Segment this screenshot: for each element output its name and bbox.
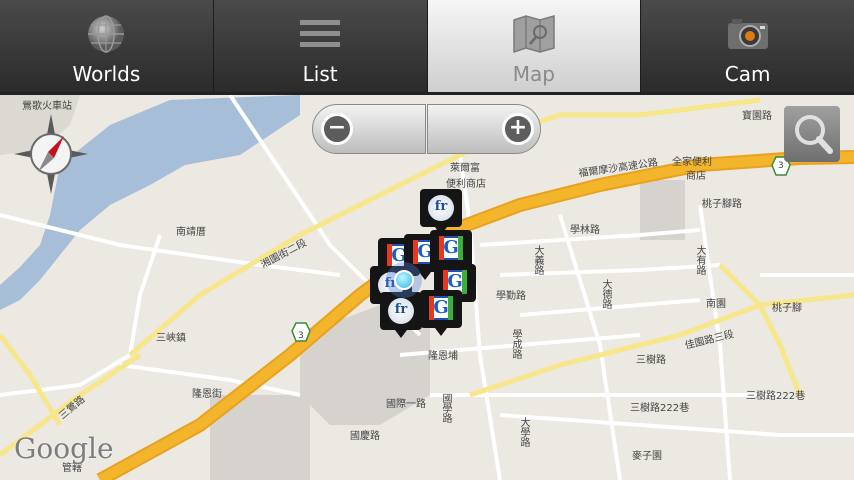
map-label: 三樹路 xyxy=(636,355,666,366)
globe-icon xyxy=(88,15,125,53)
poi-marker-flickr[interactable]: fr xyxy=(420,189,462,235)
google-icon: G xyxy=(429,296,453,320)
search-button[interactable] xyxy=(784,106,840,162)
map-label: 鶯歌火車站 xyxy=(22,101,72,112)
map-label: 隆恩街 xyxy=(192,389,222,400)
map-label: 國學路 xyxy=(440,393,451,423)
map-icon xyxy=(513,15,555,54)
tab-list[interactable]: List xyxy=(214,0,428,92)
map-label: 大有路 xyxy=(694,245,705,275)
google-icon: G xyxy=(439,236,463,260)
zoom-controls: − + xyxy=(312,104,542,154)
map-label: 大學路 xyxy=(518,417,529,447)
map-label: 麥子園 xyxy=(632,451,662,462)
zoom-in-button[interactable]: + xyxy=(427,104,541,154)
flickr-icon: fr xyxy=(388,298,414,324)
google-logo: Google xyxy=(14,432,114,465)
zoom-in-icon: + xyxy=(502,113,534,145)
map-label: 學成路 xyxy=(510,329,521,359)
tab-cam-label: Cam xyxy=(724,62,771,86)
map-label: 國際一路 xyxy=(386,399,426,410)
route-number: 3 xyxy=(298,331,304,341)
poi-marker-google[interactable]: G xyxy=(430,230,472,276)
tab-cam[interactable]: Cam xyxy=(641,0,854,92)
map-label: 南園 xyxy=(706,299,726,310)
map-label: 商店 xyxy=(686,171,706,182)
compass-button[interactable] xyxy=(14,114,88,194)
poi-marker-google[interactable]: G xyxy=(420,290,462,336)
zoom-out-icon: − xyxy=(321,113,353,145)
map-label: 三峽鎮 xyxy=(156,333,186,344)
map-label: 桃子腳 xyxy=(772,303,802,314)
map-label: 隆恩埔 xyxy=(428,351,458,362)
map-label: 大義路 xyxy=(532,245,543,275)
compass-icon xyxy=(14,114,88,194)
map-label: 學勤路 xyxy=(496,291,526,302)
map-label: 三樹路222巷 xyxy=(630,403,690,414)
map-label: 大德路 xyxy=(600,279,611,309)
tab-list-label: List xyxy=(302,62,338,86)
tab-bar: Worlds List Map Cam xyxy=(0,0,854,95)
map-label: 寶園路 xyxy=(742,111,772,122)
map-label: 萊爾富 xyxy=(450,163,480,174)
map-label: 全家便利 xyxy=(672,157,712,168)
map-label: 桃子腳路 xyxy=(702,199,742,210)
map-label: 學林路 xyxy=(570,225,600,236)
flickr-icon: fr xyxy=(428,195,454,221)
camera-icon xyxy=(727,19,768,49)
current-location-marker xyxy=(386,262,422,298)
map-label: 國慶路 xyxy=(350,431,380,442)
map-label: 三樹路222巷 xyxy=(746,391,806,402)
tab-map[interactable]: Map xyxy=(427,0,642,92)
tab-worlds-label: Worlds xyxy=(72,62,141,86)
map-label: 南靖厝 xyxy=(176,227,206,238)
zoom-out-button[interactable]: − xyxy=(312,104,426,154)
map-label: 便利商店 xyxy=(446,179,486,190)
search-icon xyxy=(795,115,833,154)
route-number: 3 xyxy=(778,161,784,171)
list-icon xyxy=(300,20,341,47)
tab-map-label: Map xyxy=(512,62,555,86)
tab-worlds[interactable]: Worlds xyxy=(0,0,214,92)
